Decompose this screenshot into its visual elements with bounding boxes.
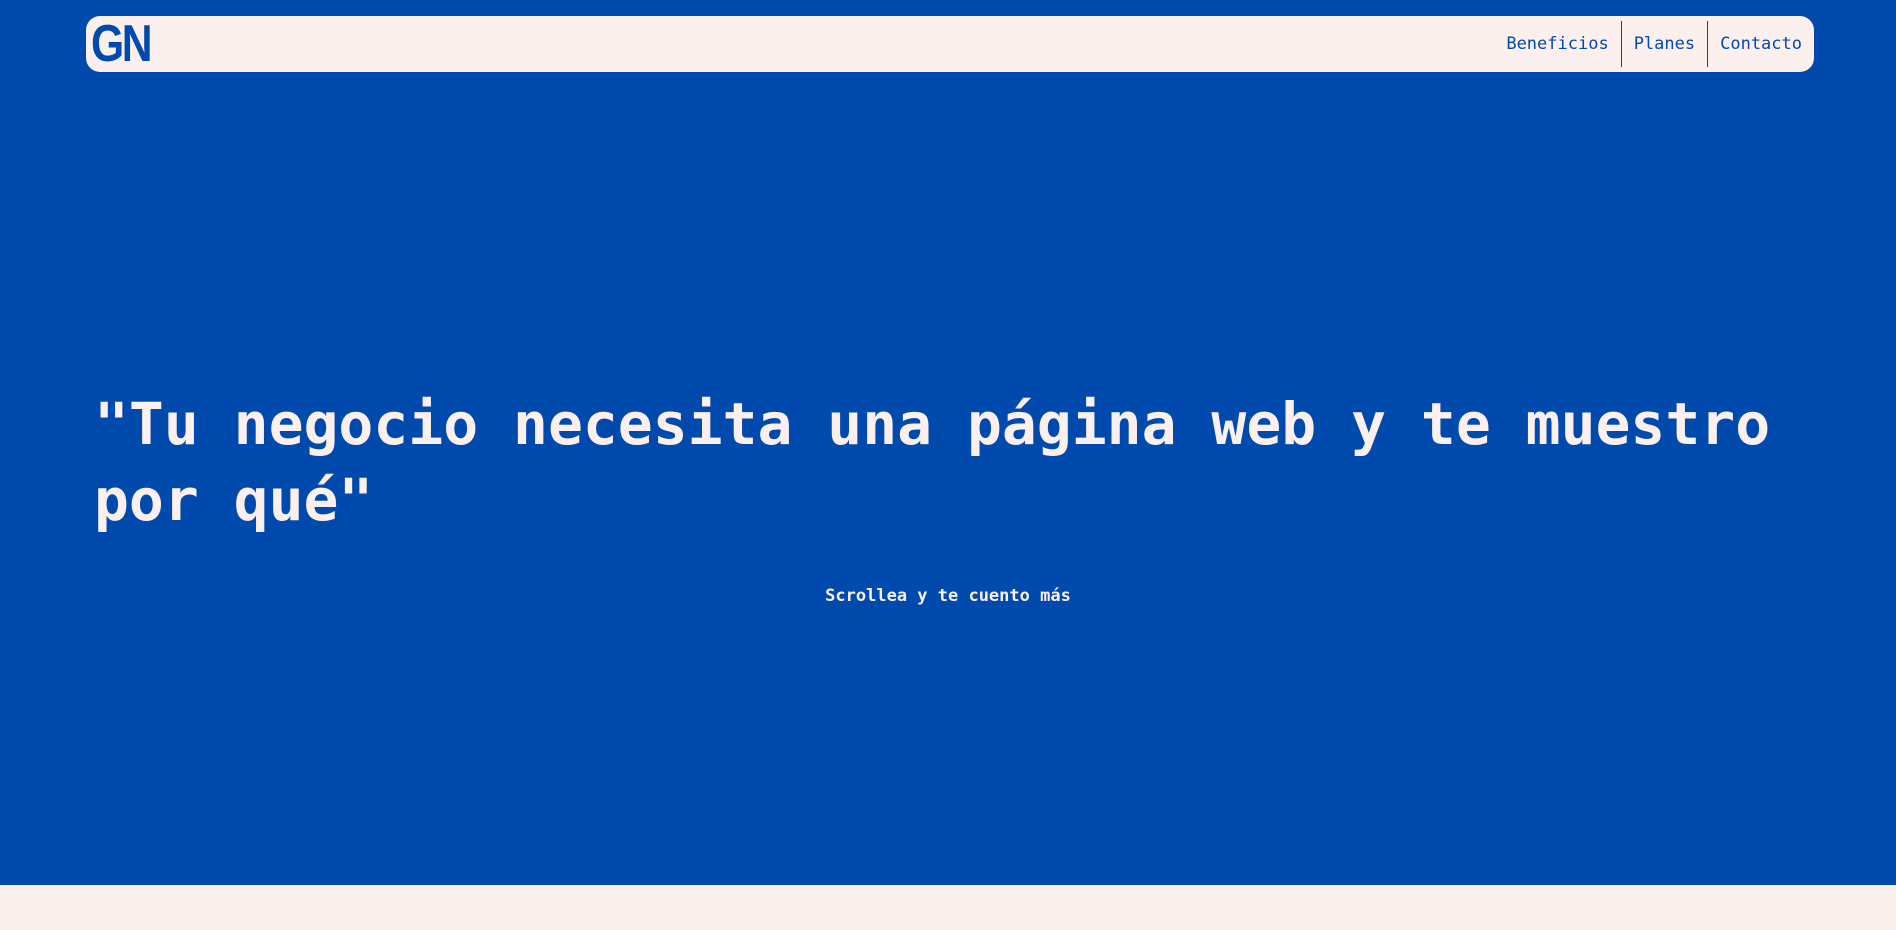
nav-menu: Beneficios Planes Contacto <box>1494 21 1814 67</box>
logo[interactable]: GN <box>91 17 153 71</box>
nav-link-planes[interactable]: Planes <box>1622 21 1707 67</box>
nav-link-contacto[interactable]: Contacto <box>1708 21 1814 67</box>
hero-section: GN Beneficios Planes Contacto "Tu negoci… <box>0 0 1896 885</box>
hero-headline: "Tu negocio necesita una página web y te… <box>94 390 1771 534</box>
navbar: GN Beneficios Planes Contacto <box>86 16 1814 72</box>
scroll-hint: Scrollea y te cuento más <box>825 586 1071 606</box>
nav-link-beneficios[interactable]: Beneficios <box>1494 21 1620 67</box>
